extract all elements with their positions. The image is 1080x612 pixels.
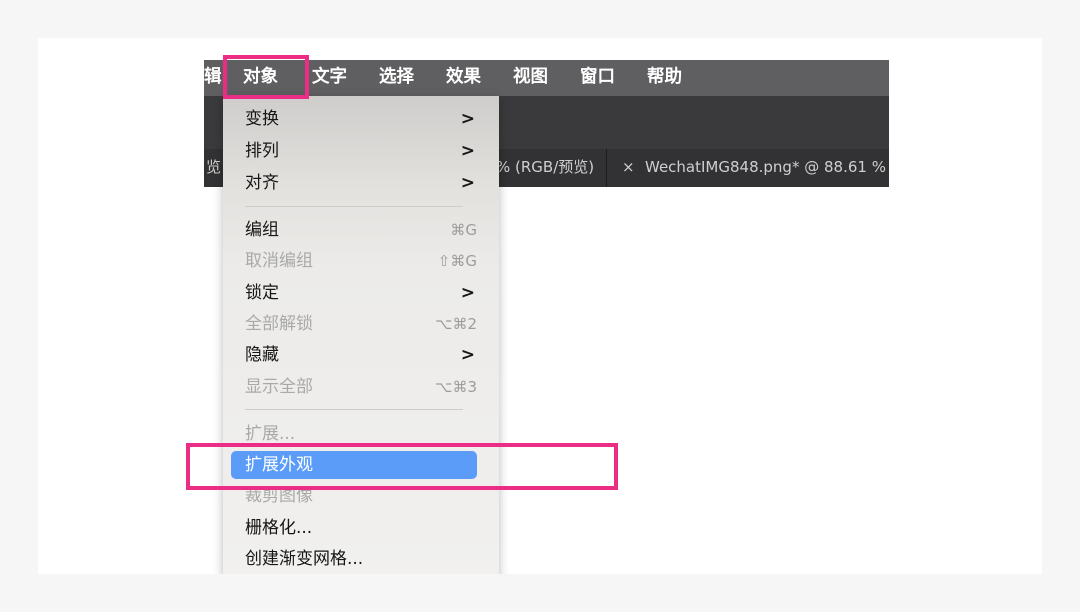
tab-active-title[interactable]: WechatIMG848.png* @ 88.61 % [645, 149, 886, 187]
menu-item-label: 排列 [245, 141, 279, 161]
chevron-right-icon: > [460, 345, 475, 365]
menu-item-shortcut: ⌥⌘3 [435, 378, 477, 396]
menu-edit[interactable]: 辑 [204, 60, 222, 96]
chevron-right-icon: > [460, 141, 475, 161]
tab-close-icon[interactable]: × [622, 149, 635, 187]
chevron-right-icon: > [460, 283, 475, 303]
menu-separator [245, 206, 463, 207]
menu-item-arrange[interactable]: 排列 > [231, 137, 477, 165]
menu-item-rasterize[interactable]: 栅格化... [231, 514, 477, 542]
menu-item-label: 取消编组 [245, 251, 313, 271]
menu-item-show-all: 显示全部 ⌥⌘3 [231, 373, 477, 401]
screenshot-canvas: 辑 对象 文字 选择 效果 视图 窗口 帮助 览 % (RGB/预览) × We… [38, 38, 1042, 574]
menu-item-label: 锁定 [245, 283, 279, 303]
menu-effect[interactable]: 效果 [446, 60, 481, 96]
menu-item-group[interactable]: 编组 ⌘G [231, 216, 477, 244]
menu-item-unlock-all: 全部解锁 ⌥⌘2 [231, 310, 477, 338]
menu-item-label: 显示全部 [245, 377, 313, 397]
menu-item-shortcut: ⌘G [450, 221, 477, 239]
menu-item-shortcut: ⇧⌘G [437, 252, 477, 270]
menu-select[interactable]: 选择 [379, 60, 414, 96]
menu-item-shortcut: ⌥⌘2 [435, 315, 477, 333]
tab-divider [606, 149, 607, 187]
menu-item-label: 隐藏 [245, 345, 279, 365]
menu-item-hide[interactable]: 隐藏 > [231, 341, 477, 369]
menu-help[interactable]: 帮助 [647, 60, 682, 96]
menu-window[interactable]: 窗口 [580, 60, 615, 96]
chevron-right-icon: > [460, 173, 475, 193]
chevron-right-icon: > [460, 109, 475, 129]
menu-item-label: 栅格化... [245, 518, 313, 538]
menu-item-label: 编组 [245, 220, 279, 240]
menu-item-label: 全部解锁 [245, 314, 313, 334]
menu-item-align[interactable]: 对齐 > [231, 169, 477, 197]
menu-item-lock[interactable]: 锁定 > [231, 279, 477, 307]
menu-item-create-gradient-mesh[interactable]: 创建渐变网格... [231, 545, 477, 573]
menu-item-ungroup: 取消编组 ⇧⌘G [231, 247, 477, 275]
menu-item-label: 创建渐变网格... [245, 549, 364, 569]
menu-item-label: 变换 [245, 109, 279, 129]
menu-item-transform[interactable]: 变换 > [231, 105, 477, 133]
tab-fragment-left[interactable]: 览 [206, 149, 221, 187]
menu-type[interactable]: 文字 [312, 60, 347, 96]
tab-fragment-middle[interactable]: % (RGB/预览) [496, 149, 594, 187]
menu-view[interactable]: 视图 [513, 60, 548, 96]
annotation-box-expand-appearance [186, 443, 618, 490]
object-menu-dropdown: 变换 > 排列 > 对齐 > 编组 ⌘G 取消编组 ⇧⌘G 锁定 > 全部解锁 … [223, 96, 499, 574]
menu-item-label: 对齐 [245, 173, 279, 193]
annotation-box-object-menu [223, 55, 309, 99]
menu-separator [245, 409, 463, 410]
